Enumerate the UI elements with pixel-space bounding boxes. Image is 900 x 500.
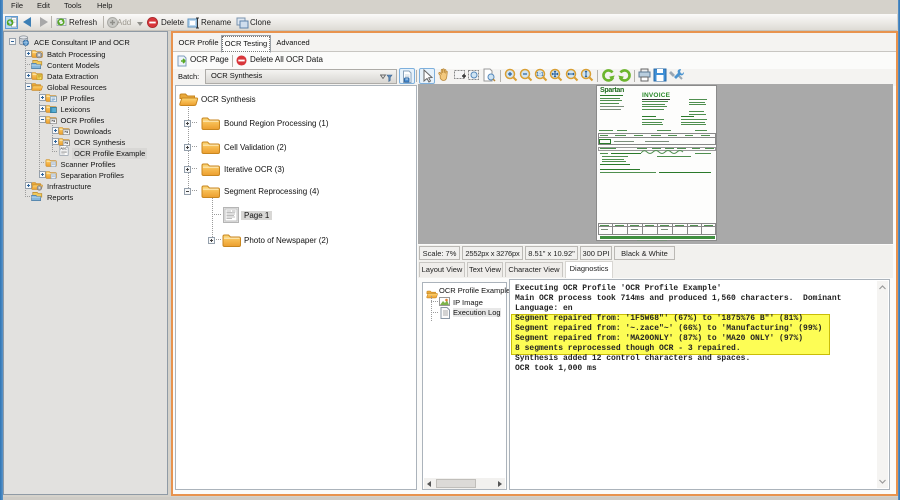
svg-text:אɠ: אɠ <box>64 140 68 144</box>
svg-text:אɠ: אɠ <box>51 118 55 122</box>
svg-text:אɠ: אɠ <box>64 129 68 133</box>
svg-text:ABC: ABC <box>60 146 67 150</box>
svg-text:1:1: 1:1 <box>536 72 544 78</box>
